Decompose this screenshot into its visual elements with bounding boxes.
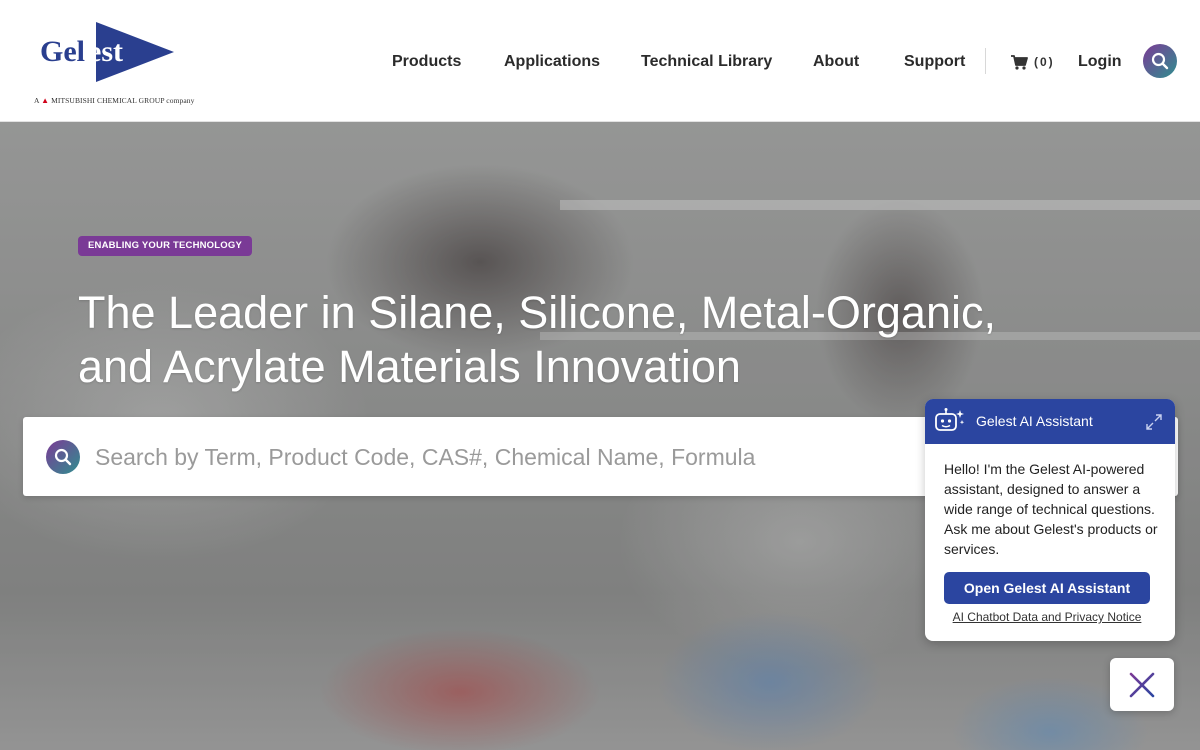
ai-assistant-close-button[interactable] bbox=[1110, 658, 1174, 711]
svg-text:est: est bbox=[88, 35, 123, 68]
header-search-button[interactable] bbox=[1143, 44, 1177, 78]
expand-icon[interactable] bbox=[1145, 413, 1163, 431]
login-link[interactable]: Login bbox=[1078, 48, 1122, 76]
ai-privacy-notice-link[interactable]: AI Chatbot Data and Privacy Notice bbox=[925, 610, 1169, 624]
hero-headline: The Leader in Silane, Silicone, Metal-Or… bbox=[78, 286, 998, 394]
cart-icon bbox=[1011, 54, 1028, 70]
logo-tagline: A ▲ MITSUBISHI CHEMICAL GROUP company bbox=[34, 96, 195, 105]
hero-search-input[interactable] bbox=[95, 437, 915, 477]
cart-button[interactable]: (0) bbox=[1011, 52, 1055, 72]
ai-assistant-panel: Gelest AI Assistant Hello! I'm the Geles… bbox=[925, 399, 1175, 641]
ai-assistant-header: Gelest AI Assistant bbox=[925, 399, 1175, 444]
close-icon bbox=[1129, 672, 1155, 697]
hero-search-button[interactable] bbox=[46, 440, 80, 474]
svg-text:Gel: Gel bbox=[40, 35, 85, 68]
hero-headline-line1: The Leader in Silane, Silicone, Metal-Or… bbox=[78, 287, 996, 338]
search-icon bbox=[1151, 52, 1169, 70]
ai-assistant-message: Hello! I'm the Gelest AI-powered assista… bbox=[944, 461, 1158, 557]
hero-eyebrow-badge: ENABLING YOUR TECHNOLOGY bbox=[78, 236, 252, 256]
ai-assistant-title: Gelest AI Assistant bbox=[976, 413, 1093, 429]
chatbot-icon bbox=[935, 408, 965, 431]
gelest-logo[interactable]: Gel est A ▲ MITSUBISHI CHEMICAL GROUP co… bbox=[34, 22, 194, 108]
site-header: Gel est A ▲ MITSUBISHI CHEMICAL GROUP co… bbox=[0, 0, 1200, 122]
open-ai-assistant-button[interactable]: Open Gelest AI Assistant bbox=[944, 572, 1150, 604]
nav-applications[interactable]: Applications bbox=[504, 48, 600, 76]
gelest-logo-mark: Gel est bbox=[40, 22, 174, 82]
cart-count: (0) bbox=[1034, 55, 1055, 69]
nav-about[interactable]: About bbox=[813, 48, 859, 76]
mitsubishi-mark-icon: ▲ bbox=[41, 96, 50, 105]
nav-technical-library[interactable]: Technical Library bbox=[641, 48, 772, 76]
nav-divider bbox=[985, 48, 986, 74]
hero-headline-line2: and Acrylate Materials Innovation bbox=[78, 341, 741, 392]
search-icon bbox=[54, 448, 72, 466]
nav-products[interactable]: Products bbox=[392, 48, 461, 76]
nav-support[interactable]: Support bbox=[904, 48, 965, 76]
